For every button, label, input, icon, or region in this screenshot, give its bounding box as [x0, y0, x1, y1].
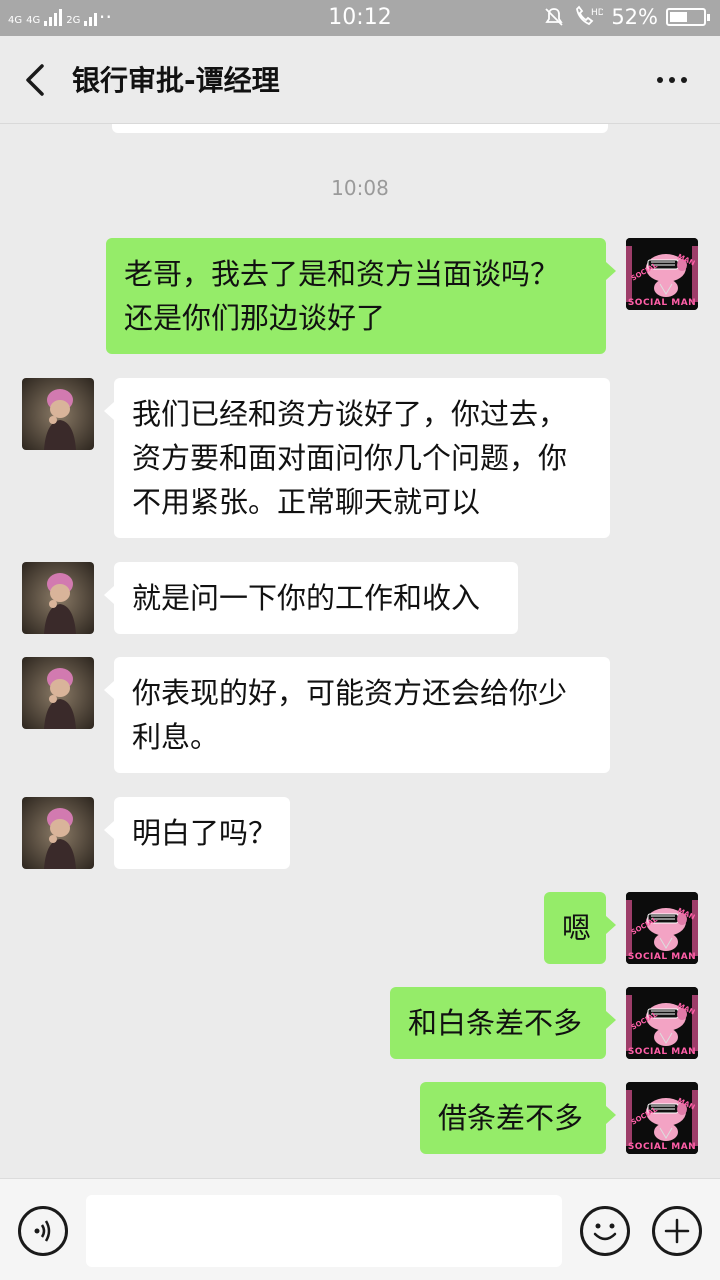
self-avatar[interactable]: SOCIAL MAN SOCIAL MAN [626, 1082, 698, 1154]
message-text-line: 还是你们那边谈好了 [124, 301, 386, 335]
plus-button[interactable] [652, 1206, 702, 1256]
chevron-left-icon [26, 64, 44, 96]
message-bubble[interactable]: 明白了吗？ [104, 797, 290, 869]
self-avatar[interactable]: SOCIAL MAN SOCIAL MAN [626, 987, 698, 1059]
message-text-line: 资方要和面对面问你几个问题，你 [132, 441, 568, 475]
input-bar [0, 1178, 720, 1280]
message-bubble[interactable]: 嗯 [544, 892, 616, 964]
svg-text:HD: HD [591, 8, 603, 18]
message-text-line: 就是问一下你的工作和收入 [132, 581, 481, 615]
message-text-line: 明白了吗？ [132, 816, 278, 850]
chat-timestamp: 10:08 [331, 176, 389, 200]
child-photo-avatar [22, 378, 94, 450]
message-text-line: 借条差不多 [438, 1101, 584, 1135]
back-button[interactable] [16, 56, 56, 104]
child-photo-avatar [22, 797, 94, 869]
battery-fill [670, 12, 687, 22]
message-bubble[interactable]: 我们已经和资方谈好了，你过去， 资方要和面对面问你几个问题，你 不用紧张。正常聊天就… [104, 378, 610, 538]
contact-avatar[interactable] [22, 657, 94, 729]
contact-avatar[interactable] [22, 378, 94, 450]
more-button[interactable] [652, 60, 692, 100]
battery-percent: 52% [611, 5, 658, 29]
avatar-label: SOCIAL MAN [627, 952, 697, 962]
voice-button[interactable] [18, 1206, 68, 1256]
mute-icon [543, 6, 565, 28]
message-bubble[interactable]: 你表现的好，可能资方还会给你少 利息。 [104, 657, 610, 773]
message-bubble[interactable]: 和白条差不多 [390, 987, 616, 1059]
self-avatar[interactable]: SOCIAL MAN SOCIAL MAN [626, 238, 698, 310]
message-text-line: 你表现的好，可能资方还会给你少 [132, 676, 568, 710]
status-bar: 4G 4G 2G ⋯ 10:12 HD 52% [0, 0, 720, 36]
message-text-line: 老哥，我去了是和资方当面谈吗？ [124, 257, 560, 291]
more-dots-icon [657, 77, 687, 83]
chat-area[interactable]: 10:08 SOCIAL MAN SOCIAL MAN 老哥，我去了是和资方当面谈吗？… [0, 124, 720, 1178]
hd-call-icon: HD [573, 5, 603, 29]
contact-avatar[interactable] [22, 797, 94, 869]
child-photo-avatar [22, 562, 94, 634]
previous-message-bubble [112, 124, 608, 133]
message-bubble[interactable]: 借条差不多 [420, 1082, 616, 1154]
message-text-line: 不用紧张。正常聊天就可以 [132, 485, 481, 519]
avatar-label: SOCIAL MAN [627, 1142, 697, 1152]
self-avatar[interactable]: SOCIAL MAN SOCIAL MAN [626, 892, 698, 964]
message-text-line: 嗯 [562, 911, 592, 945]
battery-icon [666, 8, 710, 26]
emoji-button[interactable] [580, 1206, 630, 1256]
status-right: HD 52% [543, 5, 710, 29]
child-photo-avatar [22, 657, 94, 729]
message-bubble[interactable]: 就是问一下你的工作和收入 [104, 562, 518, 634]
contact-avatar[interactable] [22, 562, 94, 634]
message-text-line: 和白条差不多 [408, 1006, 583, 1040]
chat-title: 银行审批-谭经理 [72, 64, 280, 97]
chat-header: 银行审批-谭经理 [0, 36, 720, 124]
message-bubble[interactable]: 老哥，我去了是和资方当面谈吗？ 还是你们那边谈好了 [106, 238, 616, 354]
message-text-line: 我们已经和资方谈好了，你过去， [132, 397, 568, 431]
avatar-label: SOCIAL MAN [627, 1047, 697, 1057]
message-text-line: 利息。 [132, 720, 220, 754]
plus-icon [664, 1218, 690, 1244]
message-input[interactable] [86, 1195, 562, 1267]
emoji-icon [593, 1223, 617, 1241]
avatar-label: SOCIAL MAN [627, 298, 697, 308]
voice-icon [34, 1220, 51, 1242]
